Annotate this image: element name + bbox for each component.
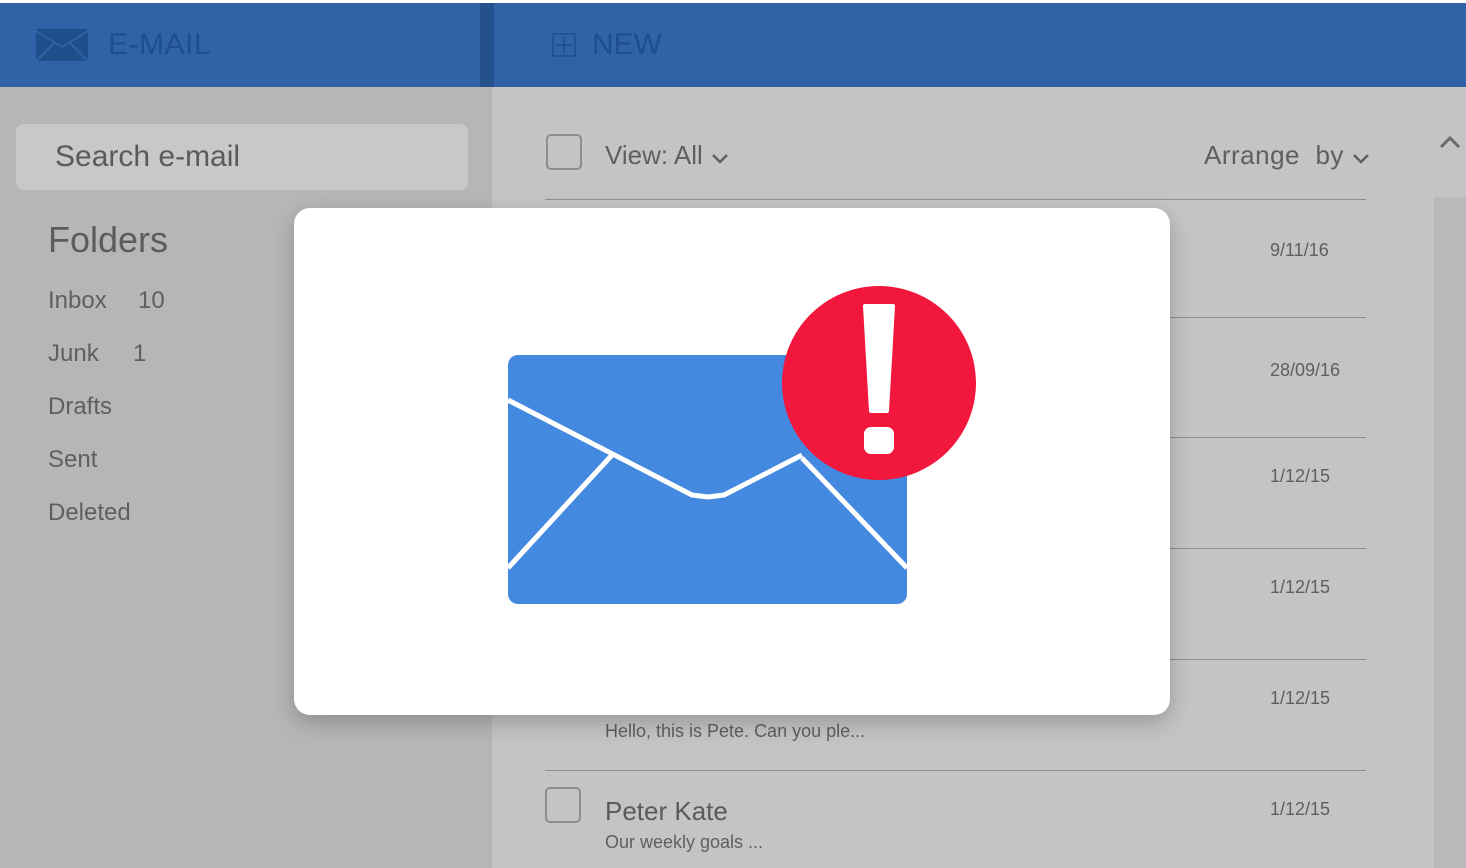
message-date: 1/12/15 (1270, 688, 1331, 708)
envelope-alert-icon (506, 286, 976, 604)
folder-label: Junk (48, 340, 99, 367)
folder-inbox[interactable]: Inbox 10 (48, 287, 165, 315)
header-divider (480, 3, 494, 87)
email-app: E-MAIL NEW Folders Inbox 10 Junk 1 Draft… (0, 0, 1466, 868)
folder-label: Sent (48, 446, 98, 473)
view-filter-dropdown[interactable]: View: All (605, 140, 729, 171)
folder-label: Drafts (48, 393, 113, 420)
folder-count: 1 (133, 340, 147, 367)
new-button-label: NEW (592, 28, 662, 61)
brand: E-MAIL (36, 3, 211, 87)
search-input[interactable] (16, 124, 468, 190)
folder-junk[interactable]: Junk 1 (48, 340, 146, 368)
folder-label: Deleted (48, 499, 131, 526)
message-date: 9/11/16 (1270, 240, 1329, 260)
chevron-down-icon (711, 153, 728, 164)
plus-square-icon (552, 33, 576, 57)
arrange-by-dropdown[interactable]: Arrange by (1204, 140, 1370, 171)
row-divider (545, 199, 1366, 200)
folder-drafts[interactable]: Drafts (48, 393, 112, 421)
message-sender[interactable]: Peter Kate (605, 796, 728, 827)
brand-label: E-MAIL (108, 28, 212, 61)
folder-deleted[interactable]: Deleted (48, 499, 131, 527)
message-checkbox[interactable] (545, 787, 581, 823)
envelope-icon (36, 29, 88, 61)
folders-title: Folders (48, 219, 169, 260)
scrollbar-track[interactable] (1434, 87, 1466, 868)
folder-sent[interactable]: Sent (48, 446, 97, 474)
new-message-button[interactable]: NEW (552, 3, 662, 87)
message-date: 1/12/15 (1270, 799, 1331, 819)
app-header: E-MAIL NEW (0, 3, 1466, 87)
view-filter-label: View: All (605, 140, 703, 170)
scroll-up-button[interactable] (1434, 87, 1466, 197)
message-date: 28/09/16 (1270, 360, 1341, 380)
message-date: 1/12/15 (1270, 466, 1331, 486)
arrange-by-label: Arrange by (1204, 140, 1344, 170)
chevron-up-icon (1439, 135, 1461, 149)
chevron-down-icon (1353, 153, 1369, 164)
alert-modal (294, 208, 1170, 715)
folder-label: Inbox (48, 287, 107, 314)
select-all-checkbox[interactable] (546, 134, 582, 170)
message-date: 1/12/15 (1270, 577, 1331, 597)
message-preview: Hello, this is Pete. Can you ple... (605, 721, 866, 741)
folder-count: 10 (138, 287, 165, 314)
row-divider (545, 770, 1366, 771)
message-preview: Our weekly goals ... (605, 832, 764, 852)
